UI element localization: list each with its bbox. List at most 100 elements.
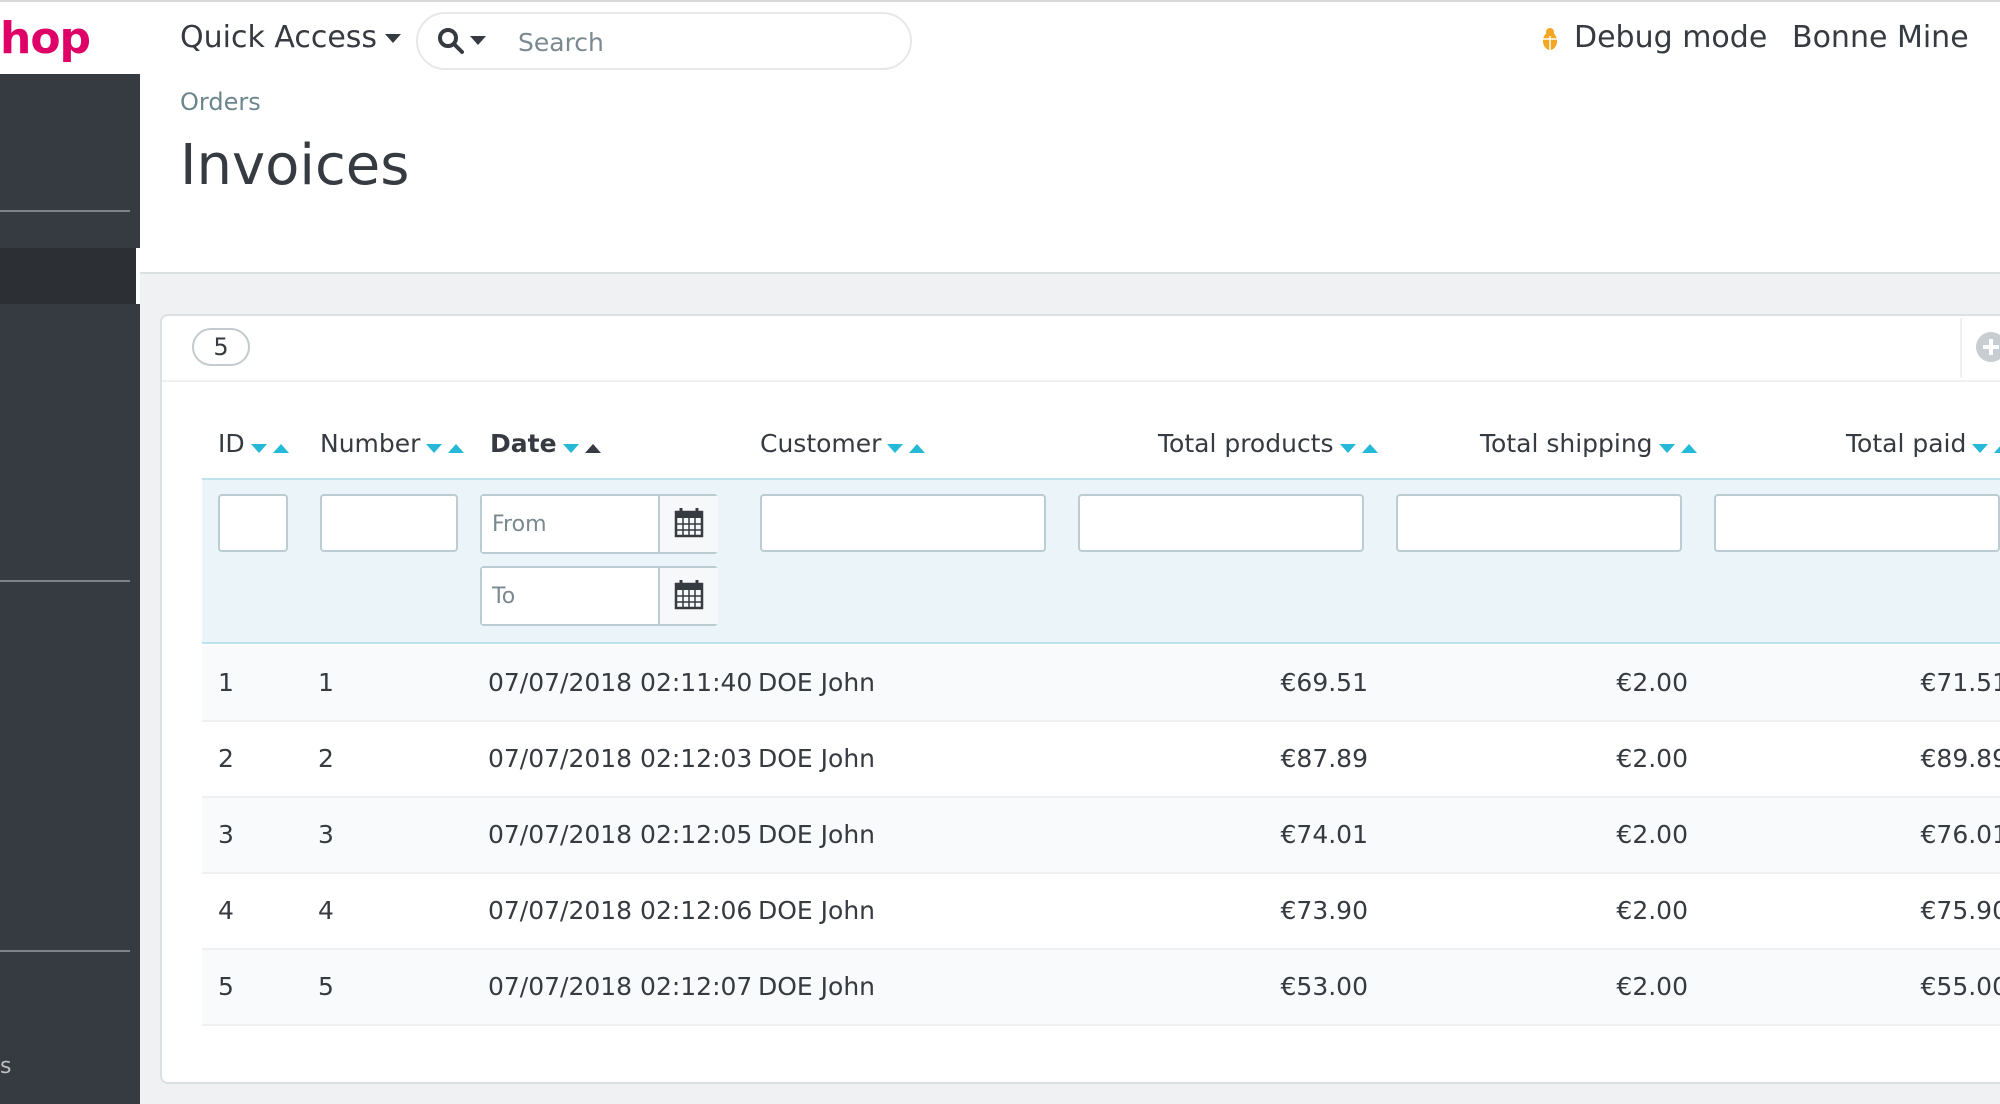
- column-label: Date: [490, 429, 557, 458]
- cell-date: 07/07/2018 02:12:07: [488, 972, 753, 1001]
- sort-controls: [1658, 425, 1703, 465]
- sort-desc-icon[interactable]: [426, 444, 443, 453]
- cell-total-paid: €89.89: [1920, 744, 2000, 773]
- filter-id-input[interactable]: [218, 494, 288, 552]
- cell-number: 4: [318, 896, 334, 925]
- filter-date-from: [480, 494, 718, 554]
- cell-id: 2: [218, 744, 234, 773]
- sort-controls: [1339, 425, 1384, 465]
- cell-total-paid: €76.01: [1920, 820, 2000, 849]
- date-to-picker-button[interactable]: [658, 568, 718, 624]
- cell-date: 07/07/2018 02:12:05: [488, 820, 753, 849]
- cell-total-products: €74.01: [1280, 820, 1368, 849]
- cell-total-shipping: €2.00: [1616, 896, 1688, 925]
- filter-number-input[interactable]: [320, 494, 458, 552]
- cell-date: 07/07/2018 02:12:06: [488, 896, 753, 925]
- sort-desc-icon[interactable]: [1339, 444, 1356, 453]
- cell-total-products: €73.90: [1280, 896, 1368, 925]
- sort-asc-icon[interactable]: [272, 444, 289, 453]
- plus-icon: [1976, 332, 2000, 362]
- sort-asc-icon[interactable]: [584, 444, 601, 453]
- cell-customer: DOE John: [758, 896, 876, 925]
- page-title: Invoices: [180, 133, 410, 198]
- logo[interactable]: hop: [0, 14, 91, 64]
- calendar-icon: [674, 508, 704, 538]
- cell-customer: DOE John: [758, 668, 876, 697]
- filter-date-to: [480, 566, 718, 626]
- cell-id: 4: [218, 896, 234, 925]
- cell-customer: DOE John: [758, 744, 876, 773]
- cell-id: 3: [218, 820, 234, 849]
- cell-id: 1: [218, 668, 234, 697]
- column-header-customer: Customer: [760, 424, 931, 465]
- column-header-total-shipping: Total shipping: [1480, 424, 1703, 465]
- user-menu[interactable]: Bonne Mine: [1792, 18, 1969, 58]
- cell-total-products: €53.00: [1280, 972, 1368, 1001]
- sidebar-separator: [0, 580, 130, 582]
- table-row[interactable]: 3 3 07/07/2018 02:12:05 DOE John €74.01 €2.00…: [202, 798, 2000, 874]
- cell-total-shipping: €2.00: [1616, 820, 1688, 849]
- cell-total-products: €87.89: [1280, 744, 1368, 773]
- cell-customer: DOE John: [758, 820, 876, 849]
- date-from-input[interactable]: [482, 496, 658, 552]
- sort-desc-icon[interactable]: [562, 444, 579, 453]
- table-row[interactable]: 2 2 07/07/2018 02:12:03 DOE John €87.89 €2.00…: [202, 722, 2000, 798]
- sort-desc-icon[interactable]: [250, 444, 267, 453]
- sort-asc-icon[interactable]: [448, 444, 465, 453]
- cell-total-shipping: €2.00: [1616, 744, 1688, 773]
- cell-id: 5: [218, 972, 234, 1001]
- date-to-input[interactable]: [482, 568, 658, 624]
- cell-number: 1: [318, 668, 334, 697]
- debug-mode-indicator: Debug mode: [1540, 18, 1767, 58]
- cell-customer: DOE John: [758, 972, 876, 1001]
- filter-customer-input[interactable]: [760, 494, 1046, 552]
- sort-asc-icon[interactable]: [909, 444, 926, 453]
- table-row[interactable]: 4 4 07/07/2018 02:12:06 DOE John €73.90 €2.00…: [202, 874, 2000, 950]
- sidebar-separator: [0, 210, 130, 212]
- column-label: Total products: [1158, 429, 1334, 458]
- column-header-date: Date: [490, 424, 607, 465]
- cell-number: 5: [318, 972, 334, 1001]
- sort-controls: [562, 425, 607, 465]
- filter-total-paid-input[interactable]: [1714, 494, 2000, 552]
- top-header: hop Quick Access Debug mode Bonne Mine: [0, 2, 2000, 74]
- debug-mode-label: Debug mode: [1574, 20, 1768, 55]
- column-header-id: ID: [218, 424, 295, 465]
- sort-controls: [1972, 425, 2000, 465]
- search-input[interactable]: [516, 20, 900, 64]
- column-label: Number: [320, 429, 421, 458]
- date-from-picker-button[interactable]: [658, 496, 718, 552]
- table-row[interactable]: 1 1 07/07/2018 02:11:40 DOE John €69.51 €2.00…: [202, 646, 2000, 722]
- sort-controls: [250, 425, 295, 465]
- column-header-total-paid: Total paid: [1846, 424, 2000, 465]
- count-badge: 5: [192, 328, 250, 366]
- filter-total-products-input[interactable]: [1078, 494, 1364, 552]
- search-type-dropdown[interactable]: [436, 26, 500, 58]
- sort-asc-icon[interactable]: [1361, 444, 1378, 453]
- breadcrumb[interactable]: Orders: [180, 88, 261, 116]
- chevron-down-icon: [385, 34, 402, 43]
- add-new-button[interactable]: [1960, 318, 2000, 378]
- sort-desc-icon[interactable]: [1658, 444, 1675, 453]
- cell-total-products: €69.51: [1280, 668, 1368, 697]
- cell-total-paid: €75.90: [1920, 896, 2000, 925]
- cell-total-paid: €71.51: [1920, 668, 2000, 697]
- table-row[interactable]: 5 5 07/07/2018 02:12:07 DOE John €53.00 €2.00…: [202, 950, 2000, 1026]
- search-bar: [416, 12, 912, 70]
- bug-icon: [1541, 27, 1559, 50]
- sidebar: s: [0, 74, 140, 1104]
- cell-number: 3: [318, 820, 334, 849]
- sort-asc-icon[interactable]: [1994, 444, 2000, 453]
- column-label: Total shipping: [1480, 429, 1653, 458]
- sidebar-item-active[interactable]: [0, 248, 140, 304]
- sort-desc-icon[interactable]: [1972, 444, 1989, 453]
- cell-total-shipping: €2.00: [1616, 668, 1688, 697]
- sort-controls: [887, 425, 931, 465]
- quick-access-dropdown[interactable]: Quick Access: [180, 18, 402, 58]
- quick-access-label: Quick Access: [180, 20, 378, 55]
- filter-total-shipping-input[interactable]: [1396, 494, 1682, 552]
- sort-controls: [426, 425, 470, 465]
- sort-asc-icon[interactable]: [1680, 444, 1697, 453]
- sort-desc-icon[interactable]: [887, 444, 904, 453]
- cell-total-shipping: €2.00: [1616, 972, 1688, 1001]
